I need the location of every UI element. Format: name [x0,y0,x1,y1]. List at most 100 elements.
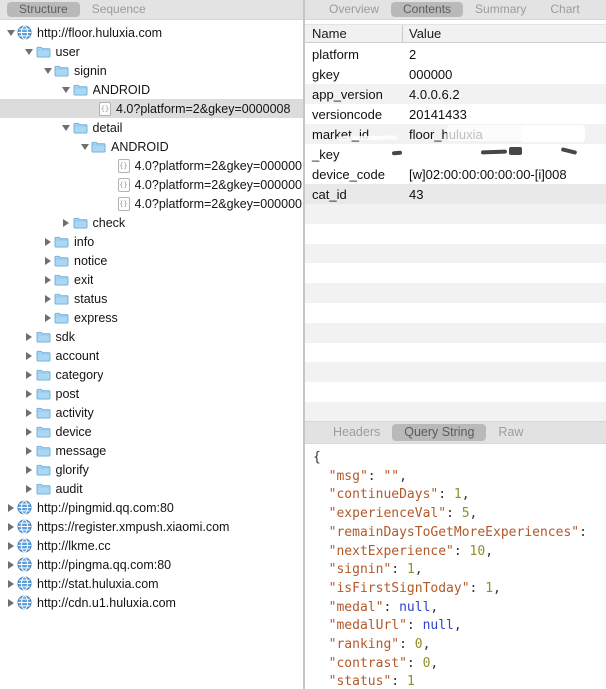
tree-item-4.0-platform-2-gkey-000000[interactable]: {}4.0?platform=2&gkey=000000 [0,156,303,175]
disclosure-triangle-icon[interactable] [4,599,17,607]
tree-item-post[interactable]: post [0,384,303,403]
disclosure-triangle-icon[interactable] [4,523,17,531]
globe-icon [17,557,32,572]
folder-icon [36,444,51,457]
disclosure-triangle-icon[interactable] [41,257,54,265]
tree-item-label: status [74,292,107,306]
left-tab-group: Structure Sequence [0,0,303,19]
tree-item-android[interactable]: ANDROID [0,137,303,156]
disclosure-triangle-icon[interactable] [4,504,17,512]
tree-item-label: 4.0?platform=2&gkey=0000008 [116,102,290,116]
tree-item-http-floor.huluxia.com[interactable]: http://floor.huluxia.com [0,23,303,42]
tree-item-device[interactable]: device [0,422,303,441]
tree-item-http-pingma.qq.com-80[interactable]: http://pingma.qq.com:80 [0,555,303,574]
globe-icon [17,500,32,515]
kv-row-market_id[interactable]: market_idfloor_huluxia [305,124,606,144]
kv-table-header: Name Value [305,24,606,43]
kv-name: _key [305,147,402,162]
tab-contents[interactable]: Contents [391,2,463,17]
tree-item-category[interactable]: category [0,365,303,384]
tree-item-label: audit [56,482,83,496]
tree-item-http-lkme.cc[interactable]: http://lkme.cc [0,536,303,555]
disclosure-triangle-icon[interactable] [41,276,54,284]
disclosure-triangle-icon[interactable] [41,314,54,322]
folder-icon [36,482,51,495]
tree-item-glorify[interactable]: glorify [0,460,303,479]
tab-overview[interactable]: Overview [317,2,391,17]
disclosure-triangle-icon[interactable] [23,447,36,455]
tree-item-message[interactable]: message [0,441,303,460]
tree-item-http-cdn.u1.huluxia.com[interactable]: http://cdn.u1.huluxia.com [0,593,303,612]
folder-icon [36,406,51,419]
column-header-name[interactable]: Name [305,26,402,41]
tree-item-activity[interactable]: activity [0,403,303,422]
disclosure-triangle-icon[interactable] [41,238,54,246]
disclosure-triangle-icon[interactable] [60,219,73,227]
kv-row-versioncode[interactable]: versioncode20141433 [305,104,606,124]
structure-tree-panel[interactable]: http://floor.huluxia.comusersigninANDROI… [0,20,303,689]
tree-item-sdk[interactable]: sdk [0,327,303,346]
tree-item-signin[interactable]: signin [0,61,303,80]
disclosure-triangle-icon[interactable] [23,485,36,493]
kv-row-_key[interactable]: _key [305,144,606,164]
kv-row-cat_id[interactable]: cat_id43 [305,184,606,204]
disclosure-triangle-icon[interactable] [23,390,36,398]
empty-table-stripe [305,362,606,382]
disclosure-triangle-icon[interactable] [60,125,73,131]
tab-structure[interactable]: Structure [7,2,80,17]
tab-headers[interactable]: Headers [321,424,392,441]
tab-summary[interactable]: Summary [463,2,538,17]
tree-item-account[interactable]: account [0,346,303,365]
tree-item-label: https://register.xmpush.xiaomi.com [37,520,229,534]
tree-item-info[interactable]: info [0,232,303,251]
tree-item-user[interactable]: user [0,42,303,61]
tree-item-4.0-platform-2-gkey-000000[interactable]: {}4.0?platform=2&gkey=000000 [0,194,303,213]
column-header-value[interactable]: Value [402,25,606,42]
tree-item-http-pingmid.qq.com-80[interactable]: http://pingmid.qq.com:80 [0,498,303,517]
disclosure-triangle-icon[interactable] [23,352,36,360]
tree-item-label: message [56,444,107,458]
disclosure-triangle-icon[interactable] [23,49,36,55]
tab-chart[interactable]: Chart [538,2,591,17]
json-line: "msg": "", [313,468,606,487]
disclosure-triangle-icon[interactable] [41,295,54,303]
tree-item-label: exit [74,273,93,287]
disclosure-triangle-icon[interactable] [41,68,54,74]
disclosure-triangle-icon[interactable] [78,144,91,150]
tree-item-audit[interactable]: audit [0,479,303,498]
kv-row-app_version[interactable]: app_version4.0.0.6.2 [305,84,606,104]
disclosure-triangle-icon[interactable] [23,409,36,417]
disclosure-triangle-icon[interactable] [4,580,17,588]
tree-item-4.0-platform-2-gkey-000000[interactable]: {}4.0?platform=2&gkey=000000 [0,175,303,194]
kv-row-device_code[interactable]: device_code[w]02:00:00:00:00:00-[i]008 [305,164,606,184]
disclosure-triangle-icon[interactable] [4,30,17,36]
kv-row-platform[interactable]: platform2 [305,44,606,64]
tree-item-https-register.xmpush.xiaomi.com[interactable]: https://register.xmpush.xiaomi.com [0,517,303,536]
tree-item-label: detail [93,121,123,135]
disclosure-triangle-icon[interactable] [4,561,17,569]
tab-raw[interactable]: Raw [486,424,535,441]
tab-sequence[interactable]: Sequence [80,2,158,17]
tree-item-check[interactable]: check [0,213,303,232]
disclosure-triangle-icon[interactable] [23,466,36,474]
disclosure-triangle-icon[interactable] [23,333,36,341]
disclosure-triangle-icon[interactable] [23,428,36,436]
tab-query-string[interactable]: Query String [392,424,486,441]
tree-item-express[interactable]: express [0,308,303,327]
disclosure-triangle-icon[interactable] [60,87,73,93]
disclosure-triangle-icon[interactable] [4,542,17,550]
tree-item-label: account [56,349,100,363]
tree-item-label: notice [74,254,107,268]
kv-row-gkey[interactable]: gkey000000 [305,64,606,84]
tree-item-exit[interactable]: exit [0,270,303,289]
tree-item-detail[interactable]: detail [0,118,303,137]
tree-item-android[interactable]: ANDROID [0,80,303,99]
kv-value: [w]02:00:00:00:00:00-[i]008 [402,167,606,182]
json-line: "experienceVal": 5, [313,505,606,524]
json-response-view[interactable]: { "msg": "", "continueDays": 1, "experie… [305,444,606,689]
tree-item-http-stat.huluxia.com[interactable]: http://stat.huluxia.com [0,574,303,593]
tree-item-status[interactable]: status [0,289,303,308]
disclosure-triangle-icon[interactable] [23,371,36,379]
tree-item-notice[interactable]: notice [0,251,303,270]
tree-item-4.0-platform-2-gkey-0000008[interactable]: {}4.0?platform=2&gkey=0000008 [0,99,303,118]
